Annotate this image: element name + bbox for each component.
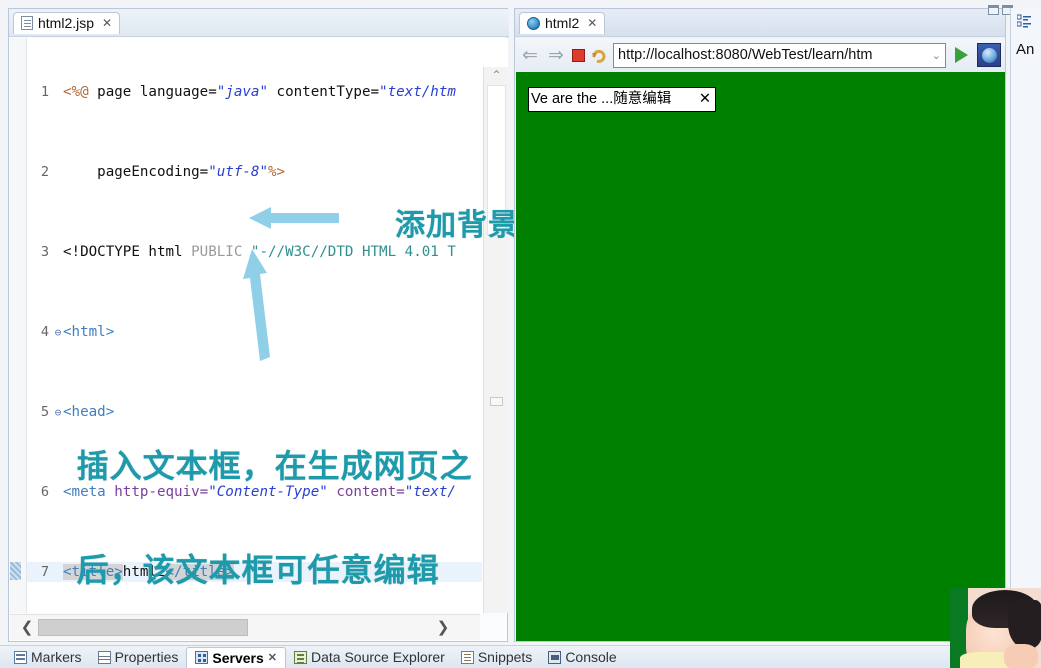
view-tab-snippets[interactable]: Snippets (453, 647, 540, 667)
code-line[interactable]: 3 <!DOCTYPE html PUBLIC "-//W3C//DTD HTML… (27, 242, 482, 262)
minimize-button[interactable] (988, 5, 999, 15)
view-tab-label: Console (565, 649, 617, 665)
view-tab-markers[interactable]: Markers (6, 647, 90, 667)
view-tab-properties[interactable]: Properties (90, 647, 187, 667)
view-tab-label: Properties (114, 649, 179, 665)
line-number: 3 (40, 244, 49, 260)
rendered-web-page: Ve are the ...随意编辑 ✕ (516, 72, 1005, 641)
file-icon (21, 16, 33, 30)
globe-icon (527, 16, 540, 30)
ime-close-icon[interactable]: ✕ (699, 88, 715, 111)
url-text: http://localhost:8080/WebTest/learn/htm (618, 47, 873, 63)
annotation-textbox: 插入文本框，在生成网页之 后，该文本框可任意编辑 (28, 388, 473, 648)
back-icon[interactable]: ⇐ (520, 44, 540, 67)
markers-icon (14, 650, 27, 664)
annotation-textbox-line1: 插入文本框，在生成网页之 (76, 447, 473, 485)
browser-panel: html2 ✕ ⇐ ⇒ http://localhost:8080/WebTes… (514, 8, 1006, 642)
code-line[interactable]: 4 ⊖ <html> (27, 322, 482, 342)
page-text-input[interactable]: Ve are the ...随意编辑 ✕ (528, 87, 716, 112)
view-tab-label: Servers (212, 649, 264, 666)
snippets-icon (460, 650, 474, 664)
marker-gutter[interactable] (10, 38, 27, 613)
tab-html2-jsp[interactable]: html2.jsp ✕ (13, 12, 121, 34)
bottom-view-tabstrip: Markers Properties Servers ✕ Data Source… (0, 645, 1041, 668)
tab-html2-browser[interactable]: html2 ✕ (519, 12, 606, 34)
stop-icon[interactable] (572, 48, 585, 62)
line-number: 1 (40, 84, 49, 100)
view-tab-label: Markers (31, 649, 82, 665)
code-line[interactable]: 2 pageEncoding="utf-8"%> (27, 162, 482, 182)
line-number: 2 (40, 164, 49, 180)
eclipse-workbench-window: html2.jsp ✕ 1 <%@ page language="java" co… (0, 0, 1041, 668)
view-tab-label: Data Source Explorer (310, 649, 445, 665)
url-input[interactable]: http://localhost:8080/WebTest/learn/htm … (613, 42, 946, 68)
view-tab-label: Snippets (477, 649, 533, 665)
properties-icon (97, 650, 111, 664)
outline-label: An (1016, 41, 1035, 58)
browser-toolbar: ⇐ ⇒ http://localhost:8080/WebTest/learn/… (516, 38, 1005, 72)
chevron-down-icon[interactable]: ⌄ (928, 49, 941, 62)
go-button[interactable] (955, 47, 968, 63)
fold-toggle[interactable]: ⊖ (53, 323, 63, 343)
close-icon[interactable]: ✕ (102, 16, 112, 30)
outline-view-stub[interactable]: An (1010, 8, 1041, 642)
photo-hand (1004, 644, 1038, 668)
refresh-icon[interactable] (591, 48, 607, 63)
annotation-textbox-line2: 后，该文本框可任意编辑 (76, 551, 440, 589)
page-input-value: Ve are the ...随意编辑 (531, 91, 672, 107)
tab-label: html2.jsp (38, 15, 95, 31)
line-number: 4 (40, 324, 49, 340)
database-icon (293, 650, 307, 664)
forward-icon[interactable]: ⇒ (546, 44, 566, 67)
close-icon[interactable]: ✕ (268, 651, 277, 664)
scroll-up-icon[interactable]: ⌃ (484, 67, 508, 84)
close-icon[interactable]: ✕ (587, 16, 597, 30)
photo-hair-side (1008, 600, 1041, 648)
open-external-browser-button[interactable] (977, 43, 1001, 67)
view-tab-data-source-explorer[interactable]: Data Source Explorer (286, 647, 453, 667)
tab-label: html2 (545, 15, 580, 31)
servers-icon (195, 651, 209, 664)
outline-icon[interactable] (1016, 14, 1032, 28)
code-line[interactable]: 1 <%@ page language="java" contentType="t… (27, 82, 482, 102)
photo-overlay (950, 588, 1041, 668)
scrollbar-grip[interactable] (490, 397, 503, 406)
view-tab-servers[interactable]: Servers ✕ (186, 646, 286, 668)
view-tab-console[interactable]: Console (540, 647, 624, 667)
editor-vertical-scrollbar[interactable]: ⌃ (483, 67, 508, 613)
console-icon (548, 650, 562, 664)
